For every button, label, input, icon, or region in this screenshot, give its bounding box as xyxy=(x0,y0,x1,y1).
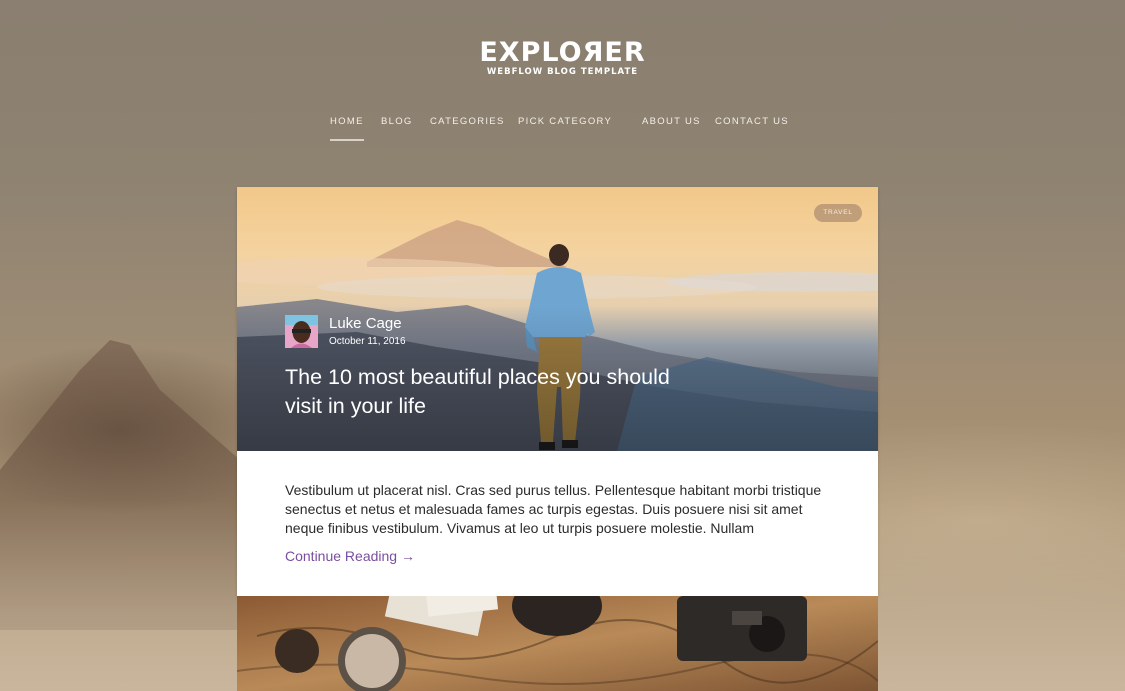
author-name[interactable]: Luke Cage xyxy=(329,315,402,332)
nav-item-pick-category[interactable]: PICK CATEGORY xyxy=(518,116,612,127)
nav-item-about-us[interactable]: ABOUT US xyxy=(642,116,701,127)
map-photo xyxy=(237,596,878,691)
nav-item-home[interactable]: HOME xyxy=(330,116,364,141)
brand-logo[interactable]: EXPLOЯER WEBFLOW BLOG TEMPLATE xyxy=(0,37,1125,78)
post-date: October 11, 2016 xyxy=(329,336,406,347)
post-hero-image[interactable]: TRAVEL Luke Cage October 11, 2016 The 10… xyxy=(237,187,878,451)
main-nav: HOME BLOG CATEGORIES PICK CATEGORY ABOUT… xyxy=(0,116,1125,146)
nav-item-categories[interactable]: CATEGORIES xyxy=(430,116,505,127)
blog-post-card: TRAVEL Luke Cage October 11, 2016 The 10… xyxy=(237,187,878,596)
brand-title: EXPLOЯER xyxy=(479,37,646,68)
avatar[interactable] xyxy=(285,315,318,348)
category-tag[interactable]: TRAVEL xyxy=(814,204,862,222)
nav-item-blog[interactable]: BLOG xyxy=(381,116,413,127)
brand-subtitle: WEBFLOW BLOG TEMPLATE xyxy=(486,67,639,77)
continue-reading-link[interactable]: Continue Reading → xyxy=(285,548,415,564)
nav-item-contact-us[interactable]: CONTACT US xyxy=(715,116,789,127)
next-post-card-image[interactable] xyxy=(237,596,878,691)
post-title[interactable]: The 10 most beautiful places you should … xyxy=(285,363,705,421)
post-excerpt: Vestibulum ut placerat nisl. Cras sed pu… xyxy=(285,482,822,536)
